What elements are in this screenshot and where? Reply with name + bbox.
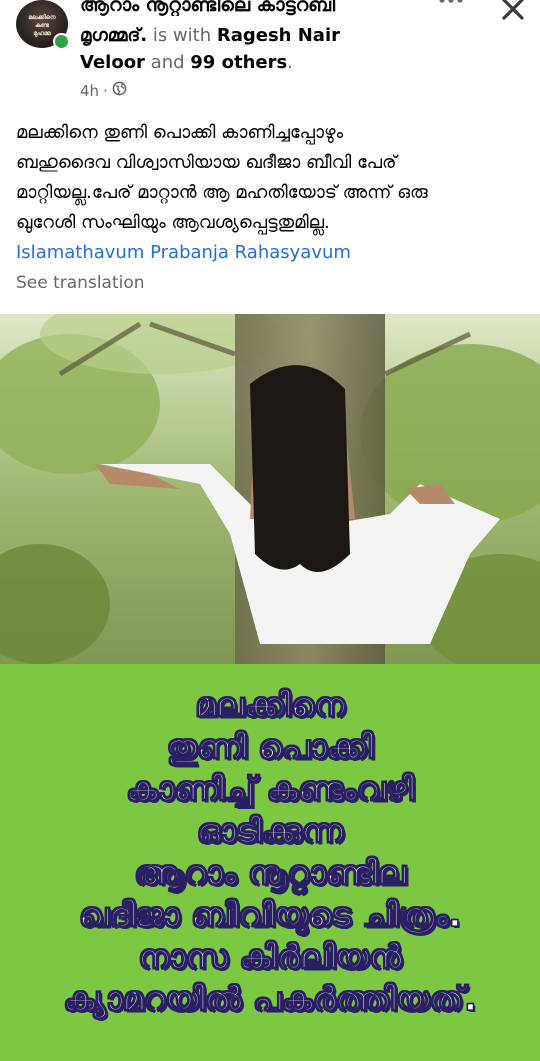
post-time[interactable]: 4h: [80, 81, 99, 101]
post-meta-line: മൃഗമ്മദ്. is with Ragesh Nair: [80, 24, 340, 48]
tagged-person-link-continued[interactable]: Veloor: [80, 52, 145, 73]
close-icon[interactable]: [500, 0, 526, 22]
page-name-link[interactable]: ആറാം നൂറ്റാണ്ടിലെ കാട്ടറബി: [80, 0, 425, 16]
caption-line: ഖദീജാ ബീവിയുടെ ചിത്രം.: [78, 894, 462, 934]
post-body-line: ഖുറേശി സംഘിയും ആവശ്യപ്പെട്ടതുമില്ല.: [16, 212, 330, 233]
online-status-dot: [53, 33, 70, 50]
post-header: മലക്കിനെ കണ്ട മുഹമ്മ ആറാം നൂറ്റാണ്ടിലെ ക…: [0, 0, 540, 105]
caption-line: തുണി പൊക്കി: [166, 726, 374, 766]
globe-icon: [112, 81, 127, 101]
caption-panel: മലക്കിനെ തുണി പൊക്കി കാണിച്ച് കണ്ടംവഴി ഓ…: [0, 664, 540, 1061]
period-text: .: [287, 52, 293, 73]
page-name-continued[interactable]: മൃഗമ്മദ്.: [80, 25, 147, 46]
others-link[interactable]: 99 others: [190, 52, 287, 73]
caption-line: മലക്കിനെ: [195, 684, 346, 724]
hashtag-link[interactable]: Islamathavum Prabanja Rahasyavum: [16, 238, 521, 268]
avatar-text-2: കണ്ട: [35, 22, 49, 29]
avatar-text-1: മലക്കിനെ: [28, 14, 56, 21]
post-photo[interactable]: [0, 314, 540, 664]
caption-line: ആറാം നൂറ്റാണ്ടില: [133, 852, 406, 892]
separator-dot: ·: [103, 82, 108, 100]
caption-line: ക്യാമറയിൽ പകർത്തിയത്.: [63, 978, 477, 1018]
see-translation-link[interactable]: See translation: [16, 272, 145, 294]
photo-illustration: [0, 314, 540, 664]
caption-line: ഓടിക്കുന്ന: [196, 810, 344, 850]
post-body-line: മലക്കിനെ തുണി പൊക്കി കാണിച്ചപ്പോഴും: [16, 122, 344, 143]
and-text: and: [150, 52, 185, 73]
image-caption-text: മലക്കിനെ തുണി പൊക്കി കാണിച്ച് കണ്ടംവഴി ഓ…: [10, 684, 530, 1020]
timestamp-row: 4h ·: [80, 81, 127, 101]
post-body-line: ബഹുദൈവ വിശ്വാസിയായ ഖദീജാ ബീവി പേര്: [16, 152, 397, 173]
post-body: മലക്കിനെ തുണി പൊക്കി കാണിച്ചപ്പോഴും ബഹുദ…: [16, 118, 521, 268]
post-meta-line-2: Veloor and 99 others.: [80, 51, 293, 75]
is-with-text: is with: [152, 25, 212, 46]
tagged-person-link[interactable]: Ragesh Nair: [217, 25, 340, 46]
more-options-icon[interactable]: [437, 0, 467, 12]
post-body-line: മാറ്റിയല്ല.പേര് മാറ്റാൻ ആ മഹതിയോട് അന്ന്…: [16, 182, 428, 203]
caption-line: കാണിച്ച് കണ്ടംവഴി: [126, 768, 415, 808]
caption-line: നാസ കിർലിയൻ: [138, 936, 403, 976]
